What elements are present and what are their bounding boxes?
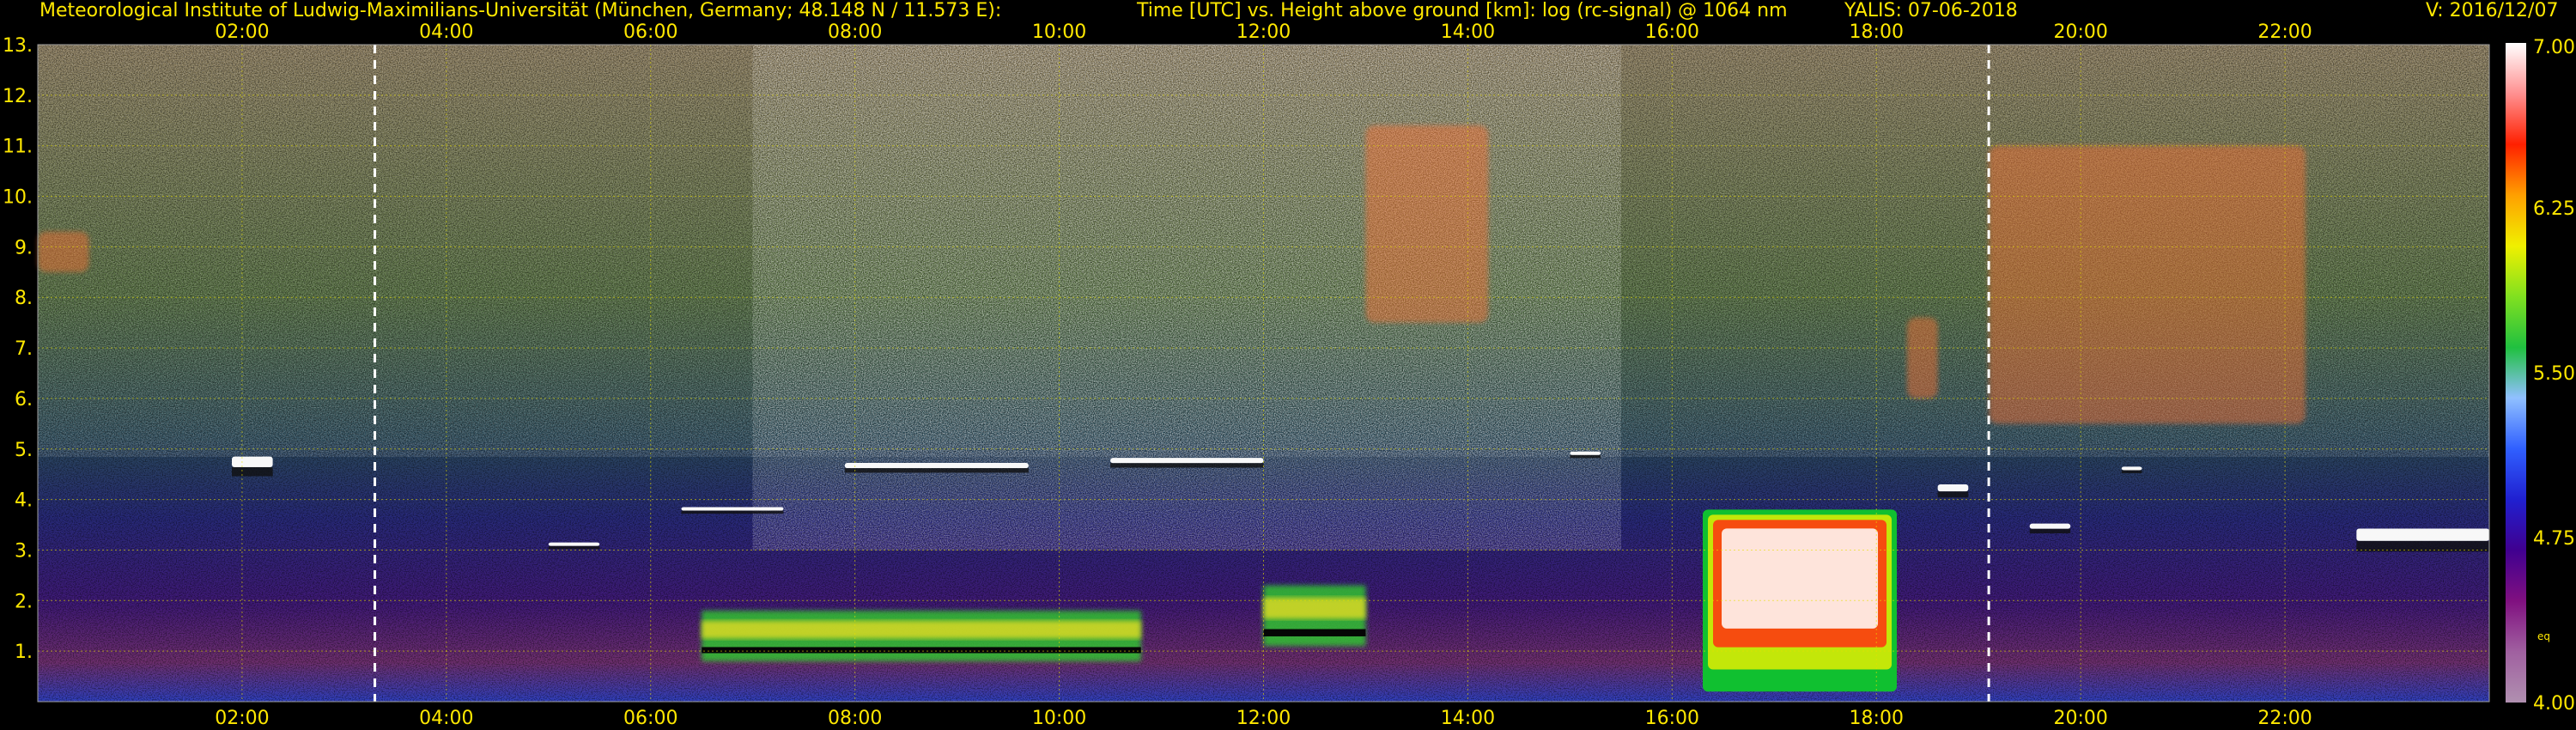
x-tick-label-bottom: 08:00 [828, 708, 882, 729]
cloud-layer-shadow [1110, 463, 1264, 468]
cloud-layer-shadow [2029, 528, 2071, 534]
colorbar-scale [2506, 43, 2526, 703]
x-tick-label-top: 16:00 [1645, 21, 1699, 43]
cloud-layer-shadow [548, 545, 600, 550]
colorbar-tick-label: 4.00 [2533, 693, 2575, 715]
y-tick-label: 3. [15, 540, 33, 562]
cirrus-cloud [1906, 317, 1938, 398]
cloud-layer [844, 462, 1029, 469]
cloud-layer-shadow [2121, 470, 2142, 474]
cirrus-cloud [1989, 145, 2306, 424]
cloud-layer-shadow [681, 510, 784, 514]
cloud-layer-shadow [232, 466, 273, 477]
cloud-layer-shadow [1937, 491, 1969, 498]
x-tick-label-bottom: 22:00 [2257, 708, 2312, 729]
x-tick-label-bottom: 18:00 [1850, 708, 1904, 729]
x-tick-label-top: 22:00 [2257, 21, 2312, 43]
y-tick-label: 4. [15, 490, 33, 512]
cloud-layer [1937, 484, 1969, 492]
x-tick-label-bottom: 12:00 [1236, 708, 1291, 729]
cloud-layer-shadow [844, 468, 1029, 473]
cloud-layer [2029, 523, 2071, 529]
y-tick-label: 13. [3, 35, 33, 57]
x-tick-label-top: 04:00 [419, 21, 473, 43]
y-tick-label: 2. [15, 591, 33, 612]
x-tick-label-top: 08:00 [828, 21, 882, 43]
x-tick-label-top: 02:00 [215, 21, 269, 43]
x-tick-label-top: 10:00 [1032, 21, 1086, 43]
lidar-chart: 1. 2. 3. 4. 5. 6. 7. 8. 9. 10. 11. 12. 13. 02:00 04:0… [3, 21, 2575, 729]
convective-cloud-core [1722, 528, 1879, 629]
x-tick-label-bottom: 20:00 [2053, 708, 2107, 729]
daylight-noise-band [752, 45, 1621, 551]
cloud-layer [1570, 451, 1601, 455]
x-tick-label-bottom: 06:00 [623, 708, 677, 729]
cloud-layer [2356, 528, 2489, 541]
plot-area [37, 44, 2490, 703]
y-tick-label: 7. [15, 338, 33, 360]
x-tick-label-bottom: 10:00 [1032, 708, 1086, 729]
x-tick-label-bottom: 04:00 [419, 708, 473, 729]
colorbar-tick-label: 4.75 [2533, 528, 2575, 550]
cloud-layer [2121, 466, 2142, 471]
colorbar-tick-label: 6.25 [2533, 198, 2575, 220]
cirrus-cloud [38, 231, 89, 272]
y-tick-label: 11. [3, 137, 33, 158]
colorbar: 7.00 6.25 5.50 4.75 4.00 eq [2506, 37, 2575, 715]
y-tick-label: 5. [15, 440, 33, 461]
x-axis-labels-top: 02:00 04:00 06:00 08:00 10:00 12:00 14:00 16:00… [215, 21, 2312, 43]
x-tick-label-bottom: 16:00 [1645, 708, 1699, 729]
y-axis-labels: 1. 2. 3. 4. 5. 6. 7. 8. 9. 10. 11. 12. 13. [3, 35, 33, 663]
x-tick-label-top: 14:00 [1441, 21, 1495, 43]
colorbar-labels: 7.00 6.25 5.50 4.75 4.00 [2533, 37, 2575, 715]
cloud-layer [681, 507, 784, 511]
colorbar-tick-label: 5.50 [2533, 363, 2575, 385]
colorbar-small-label: eq [2537, 630, 2550, 642]
y-tick-label: 6. [15, 389, 33, 411]
colorbar-tick-label: 7.00 [2533, 37, 2575, 58]
x-axis-labels-bottom: 02:00 04:00 06:00 08:00 10:00 12:00 14:00 16:00… [215, 708, 2312, 729]
x-tick-label-top: 20:00 [2053, 21, 2107, 43]
x-tick-label-bottom: 14:00 [1441, 708, 1495, 729]
cloud-layer [1110, 458, 1264, 464]
boundary-layer-core [702, 620, 1141, 639]
y-tick-label: 9. [15, 237, 33, 259]
x-tick-label-top: 12:00 [1236, 21, 1291, 43]
y-tick-label: 1. [15, 642, 33, 663]
x-tick-label-top: 06:00 [623, 21, 677, 43]
boundary-layer-top [1263, 629, 1366, 636]
cloud-layer [232, 456, 273, 467]
y-tick-label: 12. [3, 86, 33, 107]
x-tick-label-bottom: 02:00 [215, 708, 269, 729]
y-tick-label: 8. [15, 288, 33, 309]
cloud-layer [548, 542, 600, 546]
cloud-layer-shadow [1570, 454, 1601, 459]
x-tick-label-top: 18:00 [1850, 21, 1904, 43]
boundary-layer-top [702, 647, 1141, 654]
y-tick-label: 10. [3, 187, 33, 209]
cirrus-cloud [1365, 125, 1489, 323]
